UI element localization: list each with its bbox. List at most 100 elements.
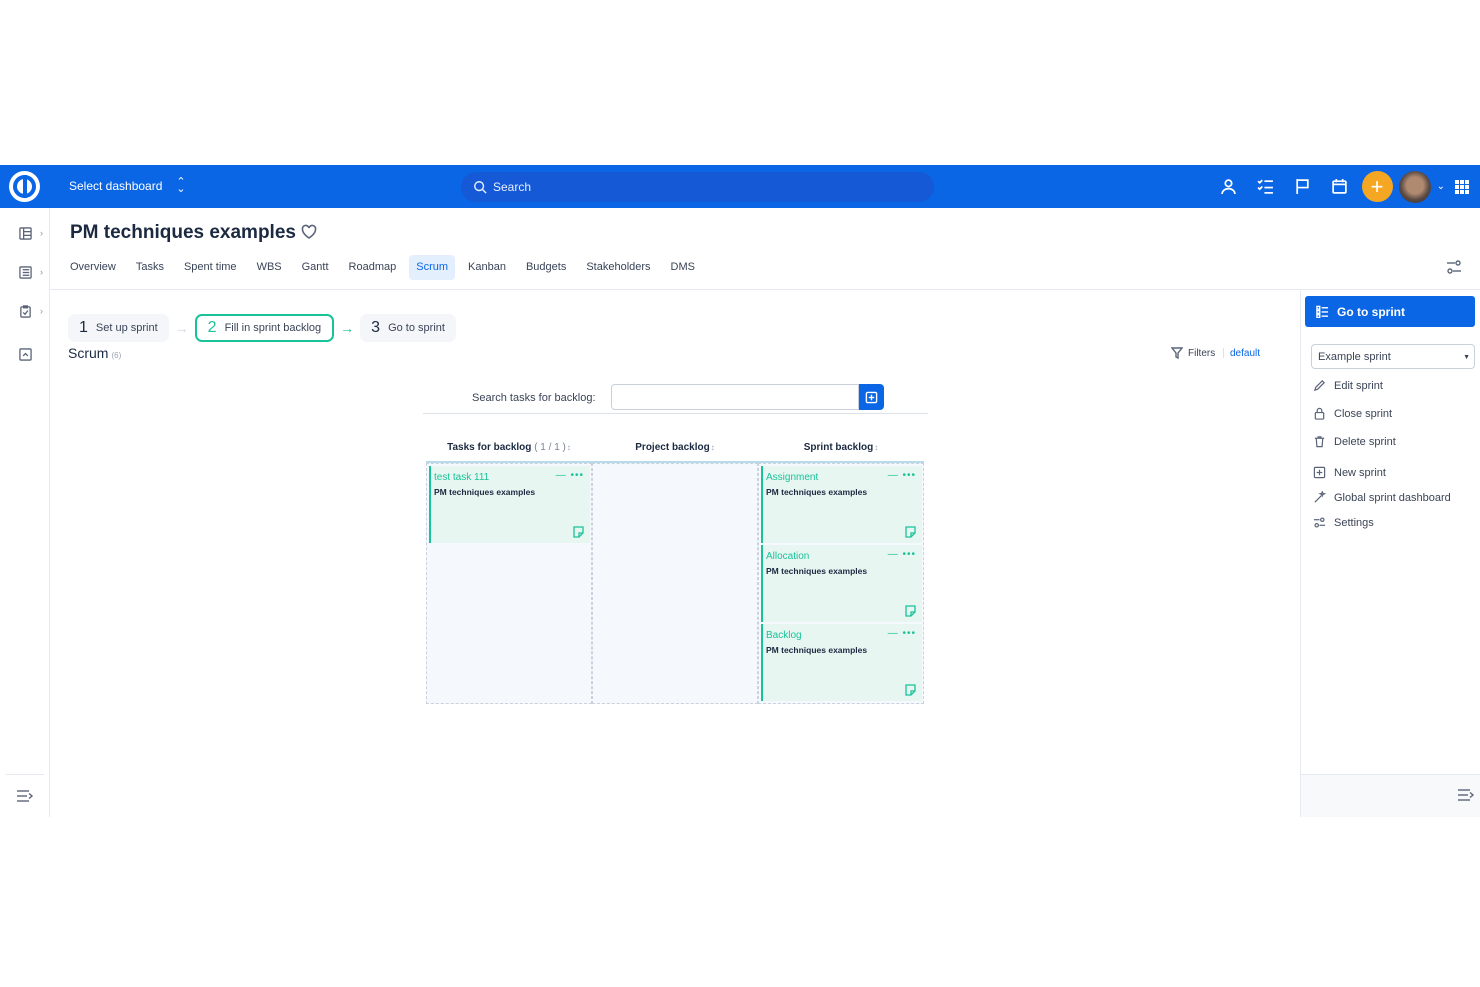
step-label: Go to sprint [388, 322, 445, 334]
task-card[interactable]: Backlog PM techniques examples — ••• [761, 624, 922, 701]
search-placeholder: Search [493, 180, 532, 194]
step-set-up-sprint[interactable]: 1 Set up sprint [68, 314, 169, 342]
go-to-sprint-button[interactable]: Go to sprint [1305, 296, 1475, 327]
trash-icon [1314, 436, 1325, 448]
edit-sprint-link[interactable]: Edit sprint [1313, 379, 1383, 392]
tab-scrum[interactable]: Scrum [409, 255, 456, 280]
chevron-right-icon: › [40, 267, 43, 277]
column-header-project-backlog[interactable]: Project backlog↕ [592, 441, 758, 463]
task-card[interactable]: Assignment PM techniques examples — ••• [761, 466, 922, 543]
tab-stakeholders[interactable]: Stakeholders [579, 255, 657, 280]
task-list-icon[interactable] [1247, 165, 1284, 208]
task-card-title[interactable]: Allocation [766, 551, 809, 562]
settings-sliders-icon [1313, 517, 1326, 528]
step-label: Fill in sprint backlog [224, 322, 322, 334]
new-sprint-link[interactable]: New sprint [1313, 466, 1386, 479]
plus-square-icon [1313, 466, 1326, 479]
chevron-down-icon[interactable]: ⌄ [1437, 181, 1445, 192]
list-icon[interactable]: › [19, 262, 45, 282]
backlog-board: Tasks for backlog ( 1 / 1 )↕ Project bac… [426, 441, 924, 704]
column-header-sprint-backlog[interactable]: Sprint backlog↕ [758, 441, 924, 463]
scrum-count: (6) [111, 351, 122, 360]
delete-sprint-link[interactable]: Delete sprint [1313, 435, 1396, 448]
note-edit-icon[interactable] [573, 525, 584, 538]
step-fill-sprint-backlog[interactable]: 2 Fill in sprint backlog [194, 314, 335, 342]
task-card-title[interactable]: Backlog [766, 630, 802, 641]
calendar-icon[interactable] [1321, 165, 1358, 208]
tab-wbs[interactable]: WBS [250, 255, 289, 280]
sprint-select[interactable]: Example sprint ▼ [1311, 344, 1475, 369]
global-search-bar[interactable]: Search [461, 172, 934, 202]
select-dashboard-dropdown[interactable]: Select dashboard ⌃ ⌄ [69, 177, 186, 195]
column-header-tasks-for-backlog[interactable]: Tasks for backlog ( 1 / 1 )↕ [426, 441, 592, 463]
task-card-project: PM techniques examples [766, 487, 868, 497]
backlog-search-row: Search tasks for backlog: [423, 384, 928, 414]
left-rail: › › › [0, 208, 50, 817]
card-actions-icon[interactable]: — ••• [888, 470, 916, 481]
settings-label: Settings [1334, 516, 1374, 529]
arrow-right-icon: → [174, 320, 189, 336]
sort-icon: ↕ [874, 443, 879, 452]
flag-icon[interactable] [1284, 165, 1321, 208]
backlog-search-label: Search tasks for backlog: [472, 392, 596, 404]
tab-dms[interactable]: DMS [664, 255, 702, 280]
global-sprint-dashboard-label: Global sprint dashboard [1334, 491, 1451, 504]
tab-roadmap[interactable]: Roadmap [342, 255, 404, 280]
apps-grid-icon[interactable] [1455, 179, 1469, 194]
card-actions-icon[interactable]: — ••• [888, 628, 916, 639]
collapse-square-icon[interactable] [19, 344, 45, 364]
right-sidebar-footer [1301, 774, 1480, 817]
tab-overview[interactable]: Overview [63, 255, 123, 280]
sprint-steps: 1 Set up sprint → 2 Fill in sprint backl… [68, 314, 456, 342]
tasks-for-backlog-column[interactable]: test task 111 PM techniques examples — •… [426, 463, 592, 704]
task-card[interactable]: test task 111 PM techniques examples — •… [429, 466, 590, 543]
app-logo[interactable] [9, 171, 40, 202]
plus-square-icon [865, 391, 878, 403]
user-icon[interactable] [1210, 165, 1247, 208]
column-label: Project backlog [635, 442, 710, 453]
project-tabs: Overview Tasks Spent time WBS Gantt Road… [63, 255, 708, 280]
clipboard-icon[interactable]: › [19, 301, 45, 321]
column-label: Sprint backlog [803, 442, 874, 453]
tab-budgets[interactable]: Budgets [519, 255, 573, 280]
page-title: PM techniques examples [70, 222, 296, 243]
page-settings-icon[interactable] [1446, 259, 1462, 275]
top-navigation-bar: Select dashboard ⌃ ⌄ Search + ⌄ [0, 165, 1480, 208]
close-sprint-link[interactable]: Close sprint [1313, 407, 1392, 420]
avatar[interactable] [1398, 170, 1431, 203]
edit-sprint-label: Edit sprint [1334, 379, 1383, 392]
card-actions-icon[interactable]: — ••• [888, 549, 916, 560]
search-icon [474, 181, 487, 194]
column-count: ( 1 / 1 ) [534, 442, 566, 453]
note-edit-icon[interactable] [905, 525, 916, 538]
plus-icon[interactable]: + [1361, 171, 1393, 202]
filters-button[interactable]: Filters [1171, 347, 1215, 359]
tab-tasks[interactable]: Tasks [129, 255, 171, 280]
tab-gantt[interactable]: Gantt [295, 255, 336, 280]
add-to-backlog-button[interactable] [859, 384, 884, 410]
backlog-search-input[interactable] [611, 384, 859, 410]
favorite-heart-icon[interactable] [301, 224, 317, 240]
task-card-title[interactable]: test task 111 [434, 472, 489, 483]
global-sprint-dashboard-link[interactable]: Global sprint dashboard [1313, 491, 1451, 504]
step-label: Set up sprint [95, 322, 158, 334]
tab-spent-time[interactable]: Spent time [177, 255, 244, 280]
note-edit-icon[interactable] [905, 604, 916, 617]
tab-kanban[interactable]: Kanban [461, 255, 513, 280]
project-backlog-column[interactable] [592, 463, 758, 704]
collapse-sidebar-icon[interactable] [1457, 788, 1475, 802]
sprint-backlog-column[interactable]: Assignment PM techniques examples — ••• … [758, 463, 924, 704]
dashboard-icon[interactable]: › [19, 223, 45, 243]
project-header: PM techniques examples Overview Tasks Sp… [50, 208, 1480, 290]
card-actions-icon[interactable]: — ••• [556, 470, 584, 481]
default-filter-link[interactable]: default [1230, 348, 1260, 359]
dropdown-arrow-icon: ▼ [1463, 354, 1470, 361]
settings-link[interactable]: Settings [1313, 516, 1374, 529]
expand-menu-icon[interactable] [6, 774, 44, 817]
arrow-right-icon: → [340, 320, 355, 336]
task-card-title[interactable]: Assignment [766, 472, 818, 483]
step-go-to-sprint[interactable]: 3 Go to sprint [360, 314, 456, 342]
note-edit-icon[interactable] [905, 683, 916, 696]
task-card[interactable]: Allocation PM techniques examples — ••• [761, 545, 922, 622]
close-sprint-label: Close sprint [1334, 407, 1393, 420]
